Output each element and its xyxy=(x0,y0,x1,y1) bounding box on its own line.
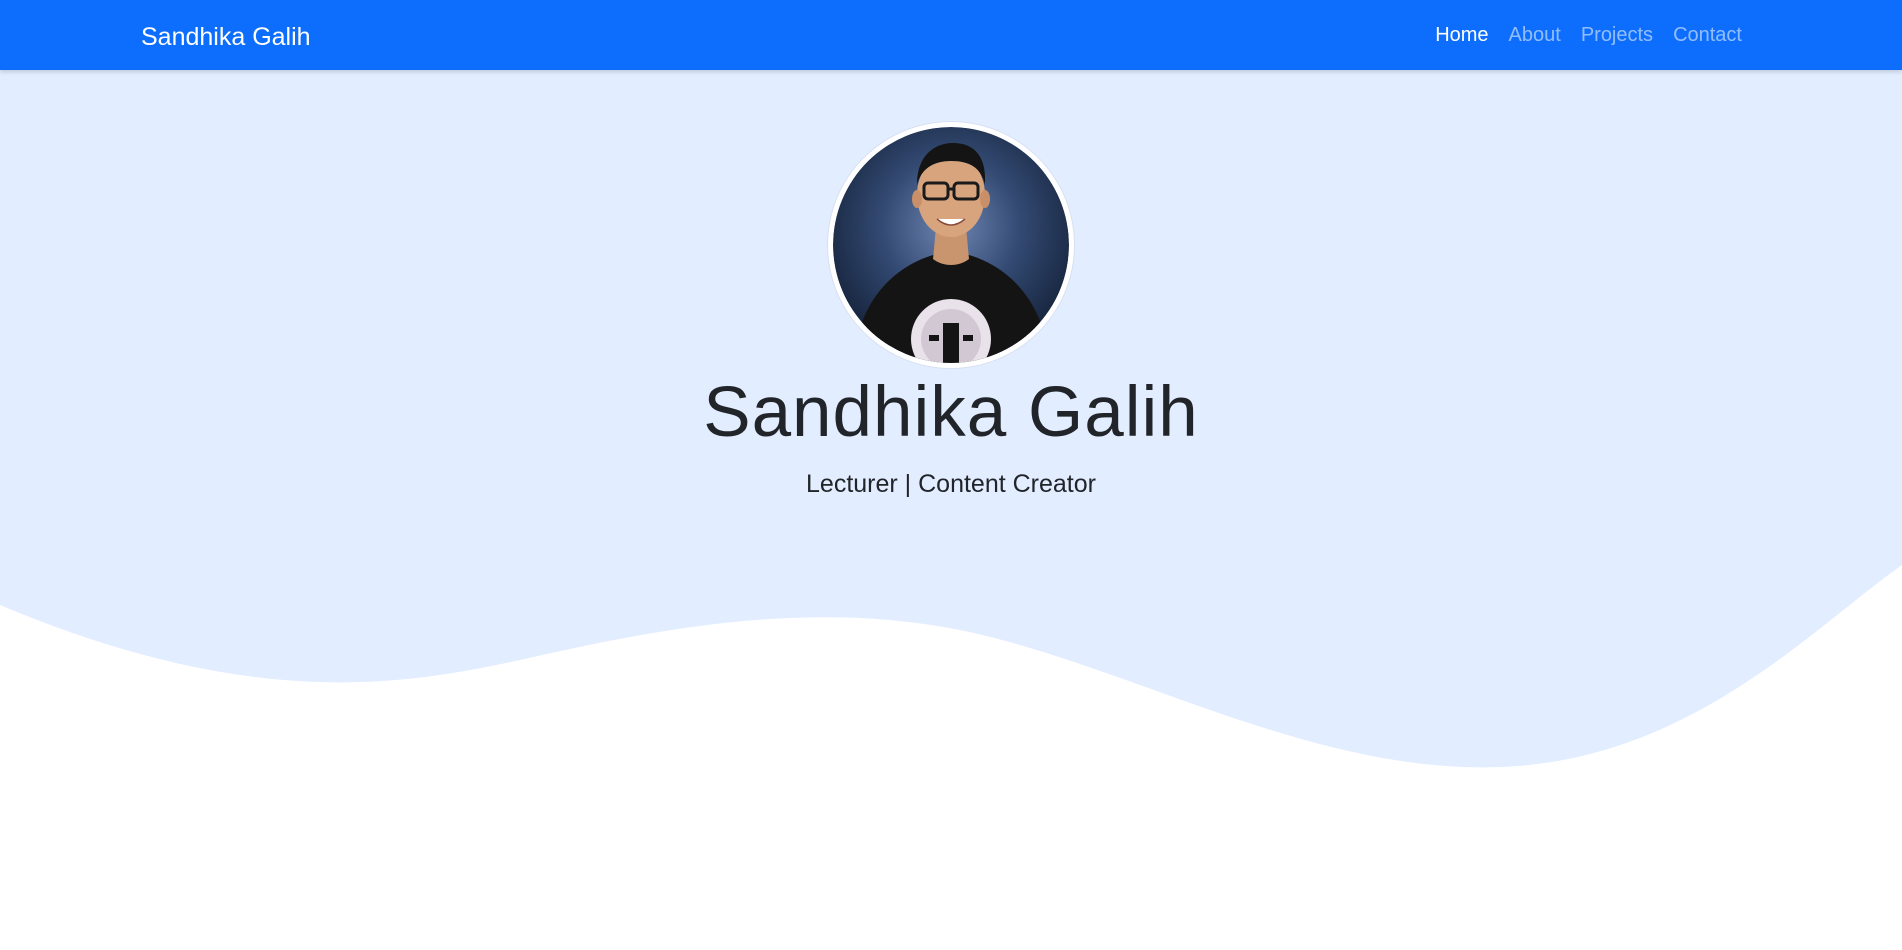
hero-section: Sandhika Galih Lecturer | Content Creato… xyxy=(0,70,1902,950)
avatar xyxy=(828,122,1074,368)
profile-photo-icon xyxy=(833,127,1069,363)
nav-link-about[interactable]: About xyxy=(1499,0,1571,71)
nav-link-home[interactable]: Home xyxy=(1425,0,1498,71)
nav-link-contact[interactable]: Contact xyxy=(1663,0,1752,71)
navbar: Sandhika Galih Home About Projects Conta… xyxy=(0,0,1902,70)
hero-title: Sandhika Galih xyxy=(703,373,1199,452)
navbar-brand[interactable]: Sandhika Galih xyxy=(141,0,311,70)
nav-links: Home About Projects Contact xyxy=(1425,0,1752,70)
nav-link-projects[interactable]: Projects xyxy=(1571,0,1663,71)
hero-subtitle: Lecturer | Content Creator xyxy=(806,470,1096,498)
